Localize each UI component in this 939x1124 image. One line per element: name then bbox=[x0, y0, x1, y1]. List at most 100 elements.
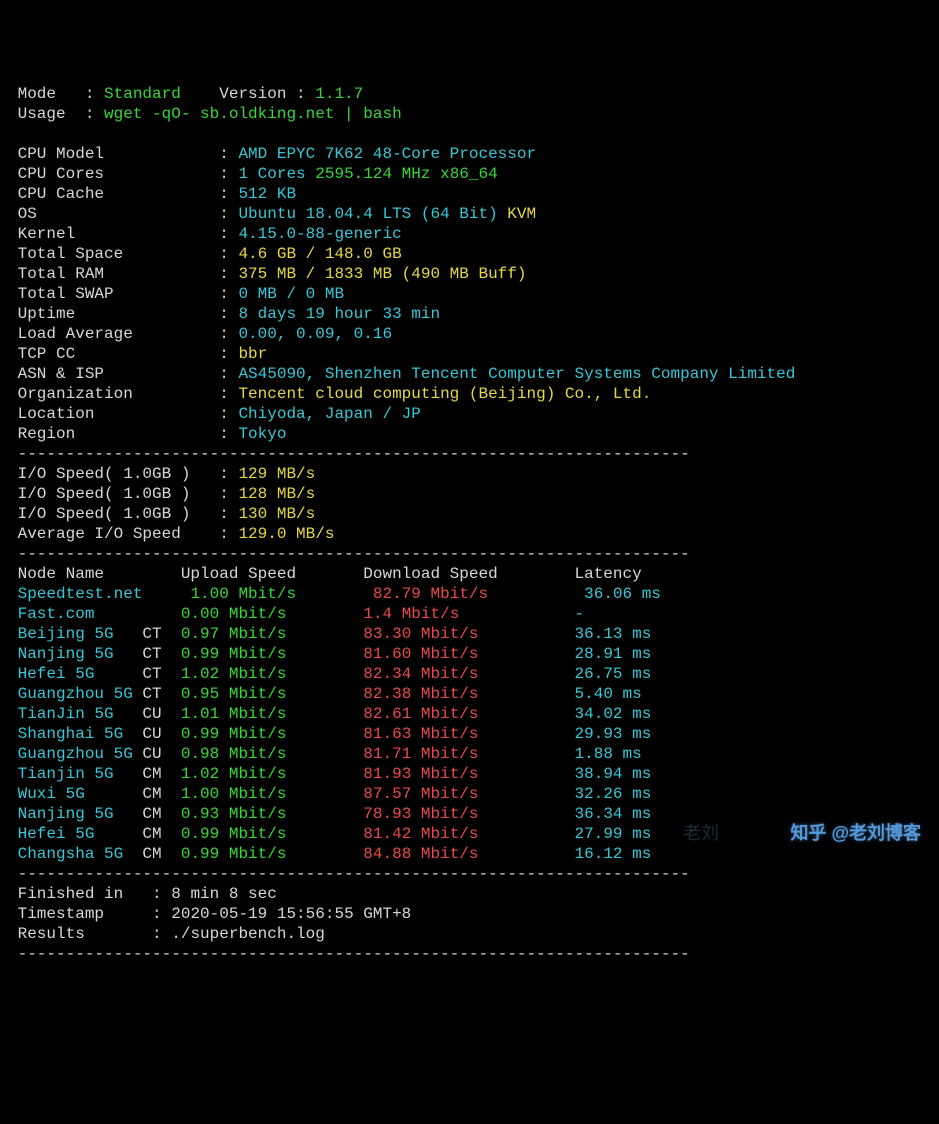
col-node: Node Name bbox=[8, 565, 181, 583]
io-value: 129.0 MB/s bbox=[238, 525, 334, 543]
col-down: Download Speed bbox=[363, 565, 574, 583]
speed-isp: CT bbox=[133, 685, 181, 703]
col-up: Upload Speed bbox=[181, 565, 363, 583]
speed-lat: 29.93 ms bbox=[575, 725, 652, 743]
speed-row-1: Fast.com 0.00 Mbit/s 1.4 Mbit/s - bbox=[8, 604, 931, 624]
speed-down: 82.79 Mbit/s bbox=[373, 585, 584, 603]
speed-row-11: Nanjing 5G CM 0.93 Mbit/s 78.93 Mbit/s 3… bbox=[8, 804, 931, 824]
speed-isp: CT bbox=[133, 625, 181, 643]
sys-row-7: Total SWAP : 0 MB / 0 MB bbox=[8, 284, 931, 304]
divider: ----------------------------------------… bbox=[8, 444, 931, 464]
speed-up: 1.00 Mbit/s bbox=[181, 785, 363, 803]
speed-row-5: Guangzhou 5G CT 0.95 Mbit/s 82.38 Mbit/s… bbox=[8, 684, 931, 704]
speed-row-7: Shanghai 5G CU 0.99 Mbit/s 81.63 Mbit/s … bbox=[8, 724, 931, 744]
io-value: 129 MB/s bbox=[238, 465, 315, 483]
speed-node: Hefei 5G bbox=[8, 665, 133, 683]
speed-node: Nanjing 5G bbox=[8, 645, 133, 663]
sys-label: CPU Cores : bbox=[8, 165, 238, 183]
speed-down: 78.93 Mbit/s bbox=[363, 805, 574, 823]
speed-lat: 36.13 ms bbox=[575, 625, 652, 643]
sys-row-12: Organization : Tencent cloud computing (… bbox=[8, 384, 931, 404]
speed-down: 81.42 Mbit/s bbox=[363, 825, 574, 843]
sys-value: 0.00, 0.09, 0.16 bbox=[238, 325, 392, 343]
speed-node: Fast.com bbox=[8, 605, 133, 623]
speed-down: 81.93 Mbit/s bbox=[363, 765, 574, 783]
speed-node: Nanjing 5G bbox=[8, 805, 133, 823]
speed-node: Shanghai 5G bbox=[8, 725, 133, 743]
sys-value: 512 KB bbox=[238, 185, 296, 203]
speed-up: 1.02 Mbit/s bbox=[181, 765, 363, 783]
sys-row-3: OS : Ubuntu 18.04.4 LTS (64 Bit) KVM bbox=[8, 204, 931, 224]
sys-label: Total Space : bbox=[8, 245, 238, 263]
speed-row-4: Hefei 5G CT 1.02 Mbit/s 82.34 Mbit/s 26.… bbox=[8, 664, 931, 684]
speed-up: 0.99 Mbit/s bbox=[181, 825, 363, 843]
sys-value: 0 MB / 0 MB bbox=[238, 285, 344, 303]
sys-value: AMD EPYC 7K62 48-Core Processor bbox=[238, 145, 536, 163]
divider: ----------------------------------------… bbox=[8, 544, 931, 564]
sys-label: Load Average : bbox=[8, 325, 238, 343]
speed-lat: 36.34 ms bbox=[575, 805, 652, 823]
watermark: 知乎 @老刘博客 bbox=[790, 823, 921, 843]
io-label: Average I/O Speed : bbox=[8, 525, 238, 543]
speed-lat: 32.26 ms bbox=[575, 785, 652, 803]
usage-value: wget -qO- sb.oldking.net | bash bbox=[104, 105, 402, 123]
version-label: Version : bbox=[219, 85, 315, 103]
sys-label: Location : bbox=[8, 405, 238, 423]
speed-up: 1.01 Mbit/s bbox=[181, 705, 363, 723]
speed-lat: - bbox=[575, 605, 585, 623]
speed-node: Guangzhou 5G bbox=[8, 685, 133, 703]
sys-extra: KVM bbox=[507, 205, 536, 223]
sys-row-5: Total Space : 4.6 GB / 148.0 GB bbox=[8, 244, 931, 264]
mode-label: Mode : bbox=[8, 85, 104, 103]
sys-label: Kernel : bbox=[8, 225, 238, 243]
results-value: ./superbench.log bbox=[171, 925, 325, 943]
speed-down: 82.38 Mbit/s bbox=[363, 685, 574, 703]
sys-row-10: TCP CC : bbr bbox=[8, 344, 931, 364]
sys-label: Region : bbox=[8, 425, 238, 443]
speed-lat: 27.99 ms bbox=[575, 825, 652, 843]
watermark-faint: 老刘 bbox=[683, 823, 719, 843]
speed-node: Hefei 5G bbox=[8, 825, 133, 843]
speed-up: 0.97 Mbit/s bbox=[181, 625, 363, 643]
results-label: Results : bbox=[8, 925, 171, 943]
timestamp-value: 2020-05-19 15:56:55 GMT+8 bbox=[171, 905, 411, 923]
sys-row-4: Kernel : 4.15.0-88-generic bbox=[8, 224, 931, 244]
sys-row-8: Uptime : 8 days 19 hour 33 min bbox=[8, 304, 931, 324]
usage-line: Usage : wget -qO- sb.oldking.net | bash bbox=[8, 104, 931, 124]
io-label: I/O Speed( 1.0GB ) : bbox=[8, 505, 238, 523]
speed-isp: CT bbox=[133, 645, 181, 663]
speed-down: 83.30 Mbit/s bbox=[363, 625, 574, 643]
io-row-2: I/O Speed( 1.0GB ) : 130 MB/s bbox=[8, 504, 931, 524]
speed-node: Guangzhou 5G bbox=[8, 745, 133, 763]
io-row-1: I/O Speed( 1.0GB ) : 128 MB/s bbox=[8, 484, 931, 504]
speed-isp: CT bbox=[133, 665, 181, 683]
speed-node: Tianjin 5G bbox=[8, 765, 133, 783]
sys-label: Total RAM : bbox=[8, 265, 238, 283]
speed-down: 87.57 Mbit/s bbox=[363, 785, 574, 803]
speed-node: Speedtest.net bbox=[8, 585, 142, 603]
sys-row-14: Region : Tokyo bbox=[8, 424, 931, 444]
blank bbox=[8, 124, 931, 144]
sys-value: AS45090, Shenzhen Tencent Computer Syste… bbox=[238, 365, 795, 383]
sys-value: Ubuntu 18.04.4 LTS (64 Bit) bbox=[238, 205, 497, 223]
sys-label: OS : bbox=[8, 205, 238, 223]
version-value: 1.1.7 bbox=[315, 85, 363, 103]
speed-isp: CU bbox=[133, 745, 181, 763]
speed-down: 81.71 Mbit/s bbox=[363, 745, 574, 763]
speed-lat: 38.94 ms bbox=[575, 765, 652, 783]
io-value: 130 MB/s bbox=[238, 505, 315, 523]
speed-isp: CM bbox=[133, 765, 181, 783]
speed-lat: 28.91 ms bbox=[575, 645, 652, 663]
speed-up: 0.98 Mbit/s bbox=[181, 745, 363, 763]
speed-up: 1.02 Mbit/s bbox=[181, 665, 363, 683]
col-lat: Latency bbox=[575, 565, 642, 583]
sys-label: Uptime : bbox=[8, 305, 238, 323]
mode-line: Mode : Standard Version : 1.1.7 bbox=[8, 84, 931, 104]
speed-node: Wuxi 5G bbox=[8, 785, 133, 803]
speed-isp: CU bbox=[133, 705, 181, 723]
sys-row-1: CPU Cores : 1 Cores 2595.124 MHz x86_64 bbox=[8, 164, 931, 184]
io-value: 128 MB/s bbox=[238, 485, 315, 503]
sys-label: TCP CC : bbox=[8, 345, 238, 363]
speed-down: 82.34 Mbit/s bbox=[363, 665, 574, 683]
io-label: I/O Speed( 1.0GB ) : bbox=[8, 485, 238, 503]
